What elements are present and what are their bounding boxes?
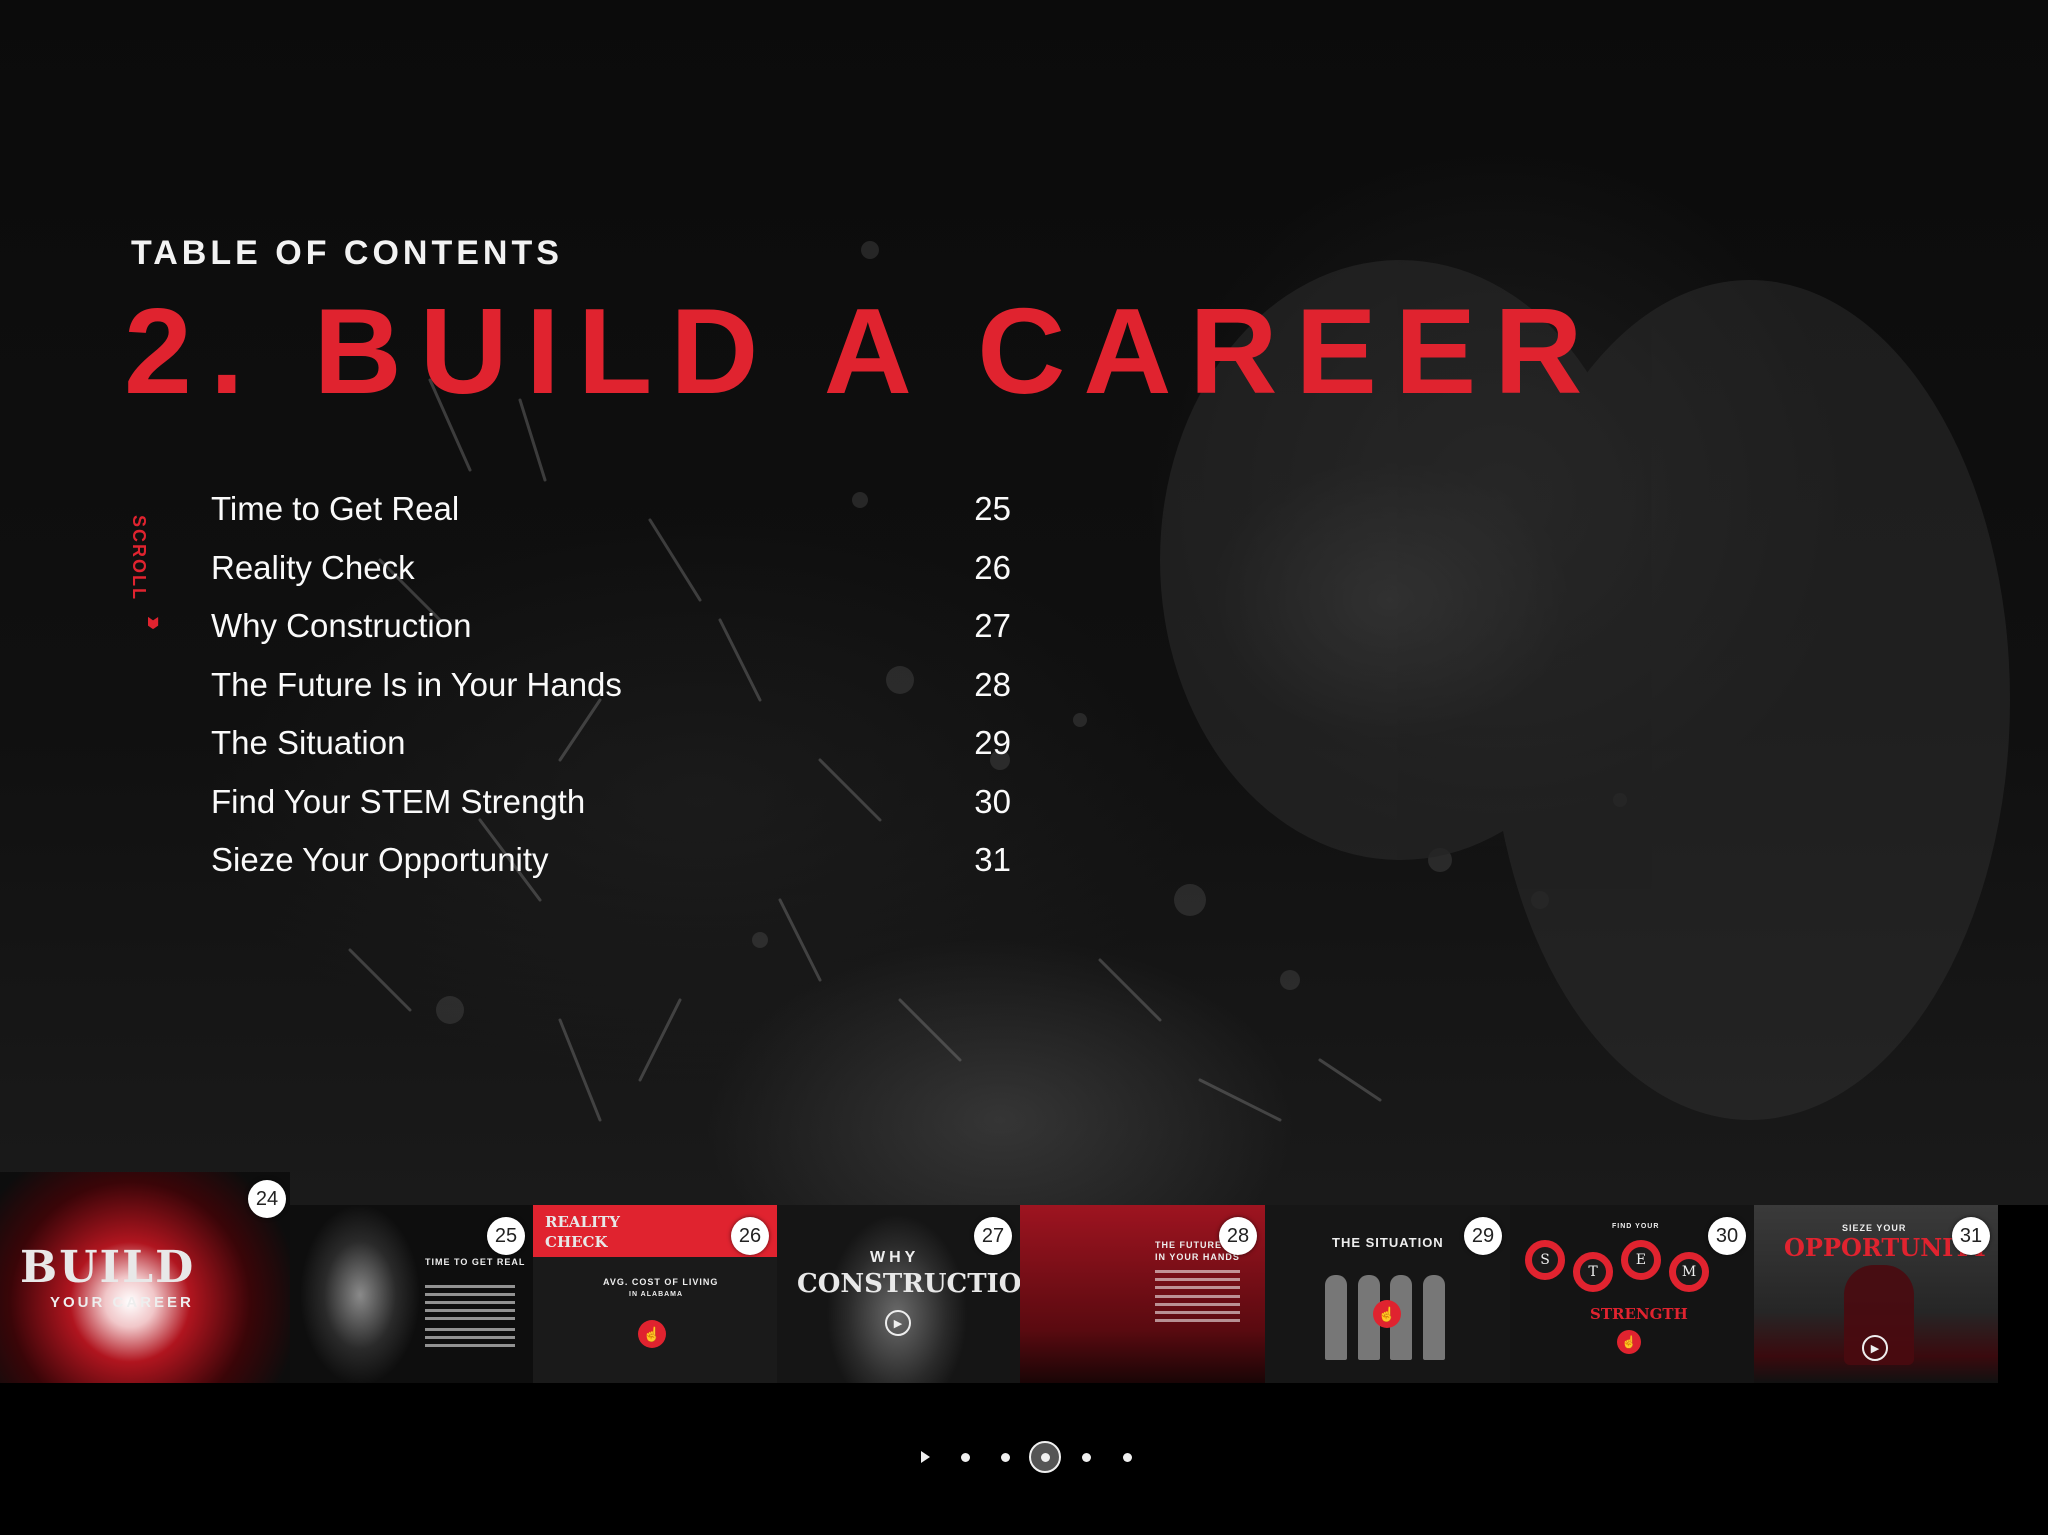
thumbnail-title: IN YOUR HANDS: [1155, 1252, 1240, 1262]
toc-item-page: 25: [974, 490, 1011, 527]
toc-item[interactable]: Sieze Your Opportunity 31: [211, 841, 1011, 900]
page-thumbnail-30[interactable]: FIND YOUR S T E M STRENGTH ☝ 30: [1510, 1205, 1754, 1383]
thumbnail-title: TIME TO GET REAL: [425, 1257, 526, 1267]
toc-item-page: 30: [974, 782, 1011, 820]
page-thumbnail-25[interactable]: TIME TO GET REAL 25: [290, 1205, 533, 1383]
toc-item-title: Sieze Your Opportunity: [211, 841, 549, 878]
page-thumbnail-28[interactable]: THE FUTURE IS IN YOUR HANDS 28: [1020, 1205, 1265, 1383]
page-number-badge: 25: [487, 1217, 525, 1255]
widget-title: AVG. COST OF LIVING: [603, 1277, 719, 1287]
thumbnail-kicker: SIEZE YOUR: [1842, 1223, 1907, 1233]
toc-item-page: 28: [974, 665, 1011, 703]
play-icon: ▶: [1862, 1335, 1888, 1361]
thumbnail-title: WHY: [870, 1249, 920, 1266]
play-icon: [920, 1451, 930, 1463]
toc-list: Time to Get Real 25 Reality Check 26 Why…: [211, 490, 1011, 900]
page-thumbnail-31[interactable]: SIEZE YOUR OPPORTUNITY ▶ 31: [1754, 1205, 1998, 1383]
toc-item[interactable]: Reality Check 26: [211, 549, 1011, 608]
stem-letter: T: [1573, 1252, 1613, 1292]
toc-item[interactable]: Why Construction 27: [211, 607, 1011, 666]
page-number-badge: 29: [1464, 1217, 1502, 1255]
page-thumbnail-strip: BUILD YOUR CAREER 24 TIME TO GET REAL 25…: [0, 1172, 2048, 1384]
pager-dot[interactable]: [1110, 1440, 1144, 1474]
toc-item-title: Why Construction: [211, 607, 472, 644]
toc-item-title: The Future Is in Your Hands: [211, 665, 622, 703]
toc-item-title: Time to Get Real: [211, 490, 460, 527]
page-number-badge: 28: [1219, 1217, 1257, 1255]
toc-item[interactable]: The Future Is in Your Hands 28: [211, 666, 1011, 725]
toc-item-page: 26: [974, 548, 1011, 586]
chapter-title: 2. BUILD A CAREER: [124, 283, 1601, 419]
stem-letter: M: [1669, 1252, 1709, 1292]
page-number-badge: 31: [1952, 1217, 1990, 1255]
stem-letter: E: [1621, 1240, 1661, 1280]
pager-play-button[interactable]: [908, 1440, 942, 1474]
scroll-label: SCROLL: [129, 515, 149, 601]
page-number-badge: 27: [974, 1217, 1012, 1255]
scroll-hint[interactable]: SCROLL ›››: [128, 515, 170, 650]
thumbnail-title: THE SITUATION: [1332, 1235, 1444, 1250]
toc-item-title: The Situation: [211, 724, 406, 761]
widget-subtitle: IN ALABAMA: [629, 1291, 684, 1298]
page-number-badge: 30: [1708, 1217, 1746, 1255]
pager-dot[interactable]: [948, 1440, 982, 1474]
toc-item[interactable]: Time to Get Real 25: [211, 490, 1011, 549]
page-thumbnail-27[interactable]: WHY CONSTRUCTION ▶ 27: [777, 1205, 1020, 1383]
touch-icon: ☝: [1373, 1300, 1401, 1328]
thumbnail-title: BUILD: [20, 1242, 196, 1293]
stem-letter: S: [1525, 1240, 1565, 1280]
thumbnail-title: STRENGTH: [1590, 1305, 1688, 1323]
page-indicator: [0, 1440, 2048, 1474]
toc-item-page: 29: [974, 724, 1011, 761]
toc-item-page: 31: [974, 841, 1011, 878]
thumbnail-title: REALITY: [545, 1213, 620, 1231]
pager-dot-active[interactable]: [1028, 1440, 1062, 1474]
pager-dot[interactable]: [1069, 1440, 1103, 1474]
toc-item[interactable]: The Situation 29: [211, 724, 1011, 783]
toc-label: TABLE OF CONTENTS: [131, 234, 563, 272]
toc-item[interactable]: Find Your STEM Strength 30: [211, 783, 1011, 842]
toc-item-title: Find Your STEM Strength: [211, 782, 586, 820]
page-number-badge: 26: [731, 1217, 769, 1255]
thumbnail-title: CHECK: [545, 1233, 608, 1251]
thumbnail-subtitle: YOUR CAREER: [50, 1294, 194, 1311]
page-number-badge: 24: [248, 1180, 286, 1218]
pager-dot[interactable]: [988, 1440, 1022, 1474]
thumbnail-kicker: FIND YOUR: [1612, 1223, 1660, 1230]
page-thumbnail-26[interactable]: REALITY CHECK AVG. COST OF LIVING IN ALA…: [533, 1205, 777, 1383]
touch-icon: ☝: [1617, 1330, 1641, 1354]
triple-chevron-down-icon: ›››: [140, 616, 170, 624]
page-thumbnail-29[interactable]: THE SITUATION ☝ 29: [1265, 1205, 1510, 1383]
touch-icon: ☝: [638, 1320, 666, 1348]
toc-item-title: Reality Check: [211, 548, 415, 586]
toc-item-page: 27: [974, 607, 1011, 644]
play-icon: ▶: [885, 1310, 911, 1336]
thumbnail-title: CONSTRUCTION: [797, 1269, 1020, 1299]
page-thumbnail-24[interactable]: BUILD YOUR CAREER 24: [0, 1172, 290, 1383]
